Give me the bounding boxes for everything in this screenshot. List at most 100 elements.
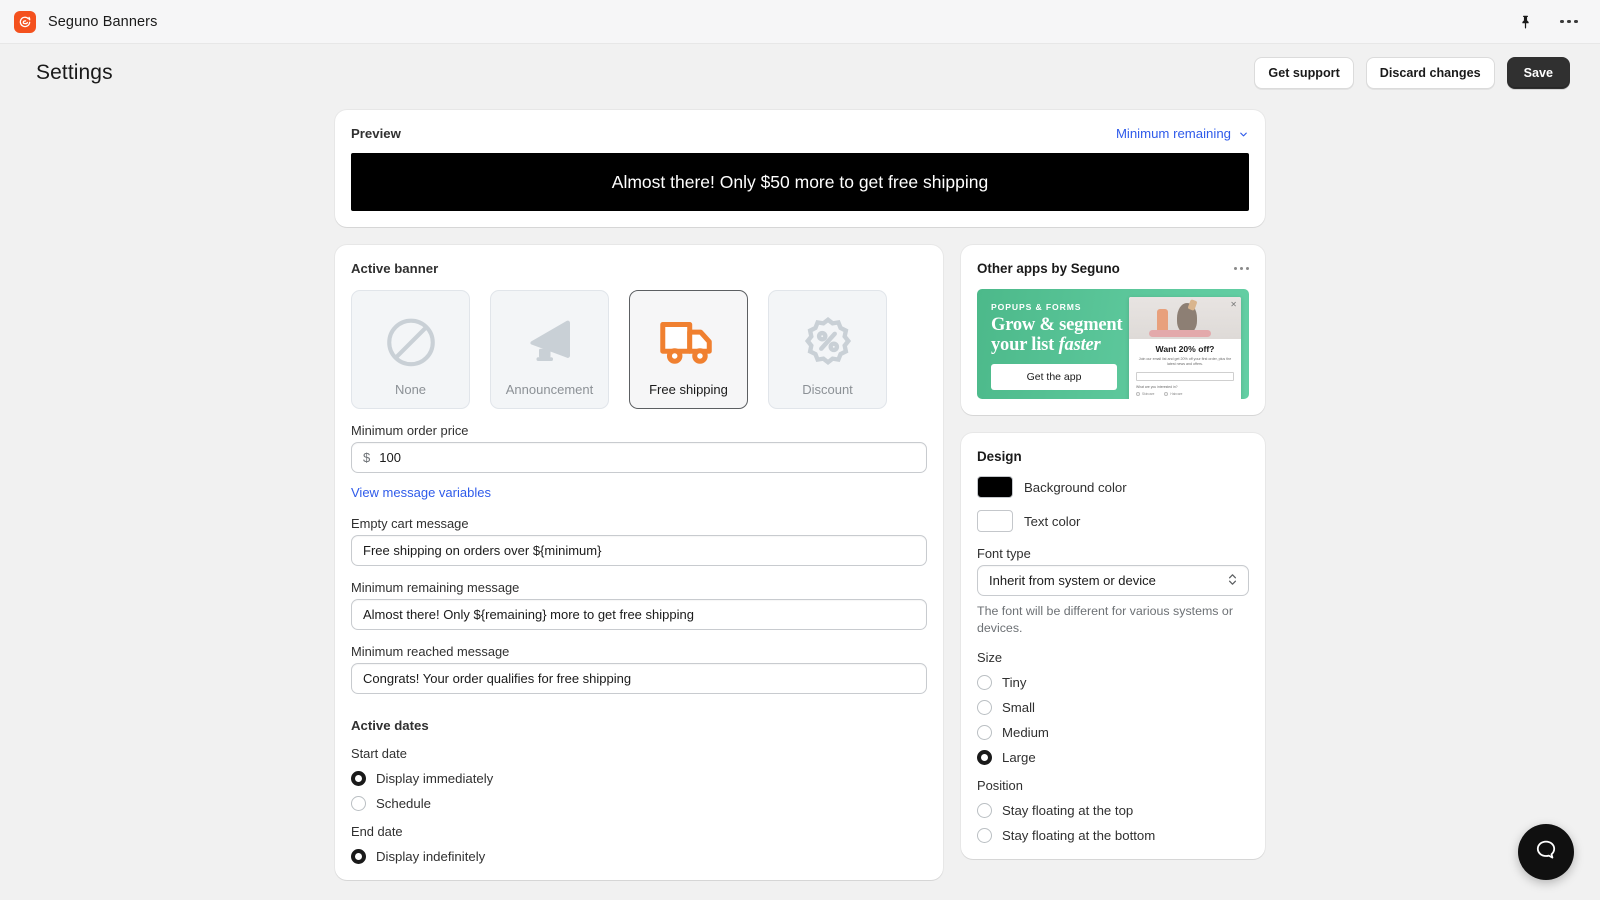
size-label: Size <box>977 650 1003 665</box>
radio-icon <box>977 700 992 715</box>
min-remaining-message-label: Minimum remaining message <box>351 580 520 595</box>
min-reached-message-label: Minimum reached message <box>351 644 510 659</box>
radio-icon <box>1136 392 1140 396</box>
size-option-tiny[interactable]: Tiny <box>977 675 1249 690</box>
save-button[interactable]: Save <box>1506 57 1570 89</box>
promo-mock-options: Skincare Haircare <box>1136 392 1234 396</box>
banner-type-none-label: None <box>394 382 427 397</box>
radio-icon <box>977 828 992 843</box>
radio-icon <box>351 849 366 864</box>
min-remaining-message-input[interactable]: Almost there! Only ${remaining} more to … <box>351 599 927 630</box>
preview-state-value: Minimum remaining <box>1115 126 1231 141</box>
size-option-label: Tiny <box>1002 675 1027 690</box>
get-support-button[interactable]: Get support <box>1254 57 1354 89</box>
promo-get-the-app-button[interactable]: Get the app <box>991 364 1117 390</box>
min-order-price-value: 100 <box>379 450 401 465</box>
start-date-option-schedule[interactable]: Schedule <box>351 796 927 811</box>
min-order-price-input[interactable]: $ 100 <box>351 442 927 473</box>
size-option-label: Large <box>1002 750 1036 765</box>
background-color-swatch[interactable] <box>977 476 1013 498</box>
page-title: Settings <box>36 61 113 84</box>
chevron-down-icon <box>1238 128 1249 139</box>
app-bar-actions <box>1514 11 1586 33</box>
design-card: Design Background color Text color Font … <box>961 433 1265 859</box>
active-banner-title: Active banner <box>351 261 439 276</box>
discard-changes-button[interactable]: Discard changes <box>1365 57 1495 89</box>
radio-icon <box>351 771 366 786</box>
banner-type-free-shipping-label: Free shipping <box>649 382 728 397</box>
delivery-truck-icon <box>658 314 720 375</box>
size-option-large[interactable]: Large <box>977 750 1249 765</box>
close-icon: ✕ <box>1230 300 1237 309</box>
radio-icon <box>977 675 992 690</box>
banner-type-free-shipping[interactable]: Free shipping <box>629 290 748 409</box>
help-chat-button[interactable] <box>1518 824 1574 880</box>
start-date-label: Start date <box>351 746 407 761</box>
preview-state-select[interactable]: Minimum remaining <box>1116 126 1249 141</box>
no-symbol-icon <box>382 313 440 376</box>
promo-copy: POPUPS & FORMS Grow & segment your list … <box>977 289 1145 399</box>
currency-prefix: $ <box>363 450 371 465</box>
more-horizontal-icon[interactable] <box>1234 267 1249 270</box>
promo-mock-image: ✕ <box>1129 297 1241 339</box>
promo-banner[interactable]: POPUPS & FORMS Grow & segment your list … <box>977 289 1249 399</box>
background-color-label: Background color <box>1024 479 1127 495</box>
promo-headline-line2b: faster <box>1058 335 1101 355</box>
text-color-swatch[interactable] <box>977 510 1013 532</box>
min-reached-message-input[interactable]: Congrats! Your order qualifies for free … <box>351 663 927 694</box>
text-color-row[interactable]: Text color <box>977 510 1249 532</box>
radio-icon <box>1164 392 1169 396</box>
banner-type-none[interactable]: None <box>351 290 470 409</box>
promo-mock-body: Want 20% off? Join our email list and ge… <box>1129 339 1241 399</box>
content-wrapper: Preview Minimum remaining Almost there! … <box>335 110 1265 880</box>
main-column: Active banner None Announcement Free shi… <box>335 245 943 880</box>
banner-type-announcement[interactable]: Announcement <box>490 290 609 409</box>
start-date-option-display-immediately[interactable]: Display immediately <box>351 771 927 786</box>
size-option-label: Small <box>1002 700 1035 715</box>
app-bar: Seguno Banners <box>0 0 1600 44</box>
position-option-label: Stay floating at the top <box>1002 803 1134 818</box>
start-date-option-label: Schedule <box>376 796 431 811</box>
preview-card: Preview Minimum remaining Almost there! … <box>335 110 1265 227</box>
view-message-variables-link[interactable]: View message variables <box>351 485 491 500</box>
banner-type-discount-label: Discount <box>802 382 853 397</box>
promo-mock-subtitle: Join our email list and get 20% off your… <box>1138 357 1232 366</box>
min-remaining-message-value: Almost there! Only ${remaining} more to … <box>363 607 694 622</box>
position-option-bottom[interactable]: Stay floating at the bottom <box>977 828 1249 843</box>
radio-icon <box>977 750 992 765</box>
empty-cart-message-value: Free shipping on orders over ${minimum} <box>363 543 602 558</box>
active-banner-card: Active banner None Announcement Free shi… <box>335 245 943 880</box>
promo-mock-title: Want 20% off? <box>1155 344 1215 354</box>
position-option-top[interactable]: Stay floating at the top <box>977 803 1249 818</box>
pin-icon[interactable] <box>1514 11 1536 33</box>
promo-headline-line2a: your list <box>991 335 1059 355</box>
font-type-value: Inherit from system or device <box>989 573 1156 588</box>
background-color-row[interactable]: Background color <box>977 476 1249 498</box>
other-apps-header: Other apps by Seguno <box>977 261 1249 276</box>
preview-header: Preview Minimum remaining <box>351 126 1249 141</box>
end-date-option-display-indefinitely[interactable]: Display indefinitely <box>351 849 927 864</box>
page-content: Preview Minimum remaining Almost there! … <box>0 102 1600 880</box>
font-type-help-text: The font will be different for various s… <box>977 604 1233 635</box>
discount-badge-icon <box>799 313 857 376</box>
banner-type-discount[interactable]: Discount <box>768 290 887 409</box>
more-horizontal-icon[interactable] <box>1558 11 1580 33</box>
two-column-layout: Active banner None Announcement Free shi… <box>335 245 1265 880</box>
size-option-small[interactable]: Small <box>977 700 1249 715</box>
promo-mock-option-2: Haircare <box>1164 392 1182 396</box>
page-header: Settings Get support Discard changes Sav… <box>0 44 1600 102</box>
seguno-logo-icon <box>14 10 36 33</box>
min-order-price-label: Minimum order price <box>351 423 469 438</box>
radio-icon <box>351 796 366 811</box>
promo-popup-mock: ✕ Want 20% off? Join our email list and … <box>1129 297 1241 399</box>
design-title: Design <box>977 449 1022 464</box>
megaphone-icon <box>520 312 580 377</box>
promo-mock-question: What are you interested in? <box>1136 385 1178 389</box>
promo-kicker: POPUPS & FORMS <box>991 302 1082 312</box>
font-type-select[interactable]: Inherit from system or device <box>977 565 1249 596</box>
empty-cart-message-input[interactable]: Free shipping on orders over ${minimum} <box>351 535 927 566</box>
size-option-medium[interactable]: Medium <box>977 725 1249 740</box>
other-apps-title: Other apps by Seguno <box>977 261 1120 276</box>
other-apps-card: Other apps by Seguno POPUPS & FORMS Grow… <box>961 245 1265 415</box>
font-type-label: Font type <box>977 546 1031 561</box>
